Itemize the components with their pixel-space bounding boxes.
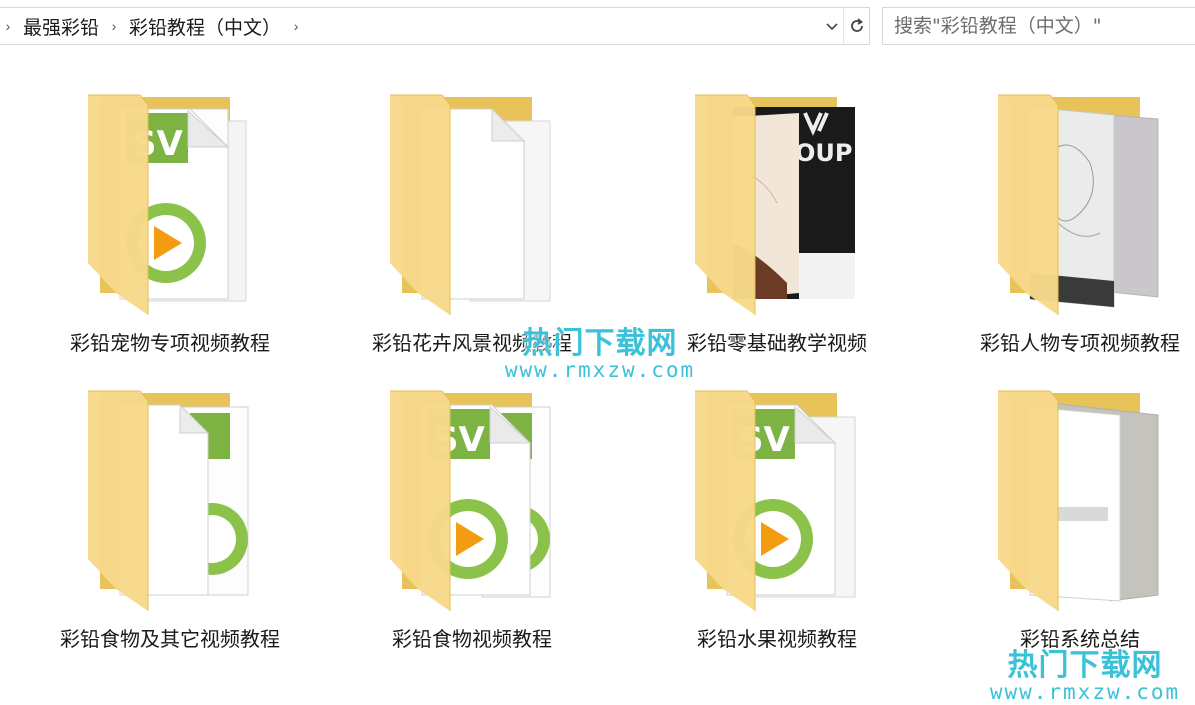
folder-item[interactable]: SV 彩铅宠物专项视频教程 xyxy=(30,60,310,355)
breadcrumb-chevron-icon[interactable]: › xyxy=(287,18,305,34)
refresh-icon[interactable] xyxy=(843,8,869,44)
folder-label: 彩铅宠物专项视频教程 xyxy=(70,331,270,355)
folder-document-icon xyxy=(390,94,551,315)
folder-label: 彩铅水果视频教程 xyxy=(697,627,857,651)
breadcrumb-chevron-icon[interactable]: › xyxy=(105,18,123,34)
folder-label: 彩铅食物视频教程 xyxy=(392,627,552,651)
folder-video-icon: SV xyxy=(695,390,856,611)
folder-item[interactable]: 彩铅系统总结 xyxy=(940,356,1195,651)
folder-label: 彩铅零基础教学视频 xyxy=(687,331,867,355)
folder-item[interactable]: SV 彩铅食物视频教程 xyxy=(332,356,612,651)
folder-video-icon: SV xyxy=(390,390,551,611)
address-bar[interactable]: › 最强彩铅 › 彩铅教程（中文） › xyxy=(0,7,870,45)
breadcrumb-item-1[interactable]: 最强彩铅 xyxy=(17,13,105,40)
top-bar: › 最强彩铅 › 彩铅教程（中文） › xyxy=(0,0,1195,52)
folder-photo-icon: OUP xyxy=(695,94,855,315)
folder-item[interactable]: 彩铅食物及其它视频教程 xyxy=(30,356,310,651)
breadcrumb-item-2[interactable]: 彩铅教程（中文） xyxy=(123,13,287,40)
folder-label: 彩铅人物专项视频教程 xyxy=(980,331,1180,355)
folder-label: 彩铅花卉风景视频教程 xyxy=(372,331,572,355)
folder-item[interactable]: SV 彩铅水果视频教程 xyxy=(637,356,917,651)
search-box[interactable] xyxy=(882,7,1195,45)
folder-item[interactable]: OUP 彩铅零基础教学视频 xyxy=(637,60,917,355)
folder-item[interactable]: 彩铅花卉风景视频教程 xyxy=(332,60,612,355)
folder-label: 彩铅食物及其它视频教程 xyxy=(60,627,280,651)
folder-document-icon xyxy=(998,390,1159,611)
folder-video-icon xyxy=(88,390,249,611)
folder-sketch-icon xyxy=(998,94,1159,315)
folder-grid: SV 彩铅宠物专项视频教程 彩铅花卉风景视频教程 OUP 彩铅零基础教学视频 彩… xyxy=(0,60,1195,705)
folder-video-icon: SV xyxy=(88,94,247,315)
search-input[interactable] xyxy=(894,15,1194,37)
chevron-down-icon[interactable] xyxy=(821,19,843,34)
folder-label: 彩铅系统总结 xyxy=(1020,627,1140,651)
breadcrumb-root-chevron-icon[interactable]: › xyxy=(0,18,17,34)
folder-item[interactable]: 彩铅人物专项视频教程 xyxy=(940,60,1195,355)
svg-text:OUP: OUP xyxy=(795,139,852,167)
